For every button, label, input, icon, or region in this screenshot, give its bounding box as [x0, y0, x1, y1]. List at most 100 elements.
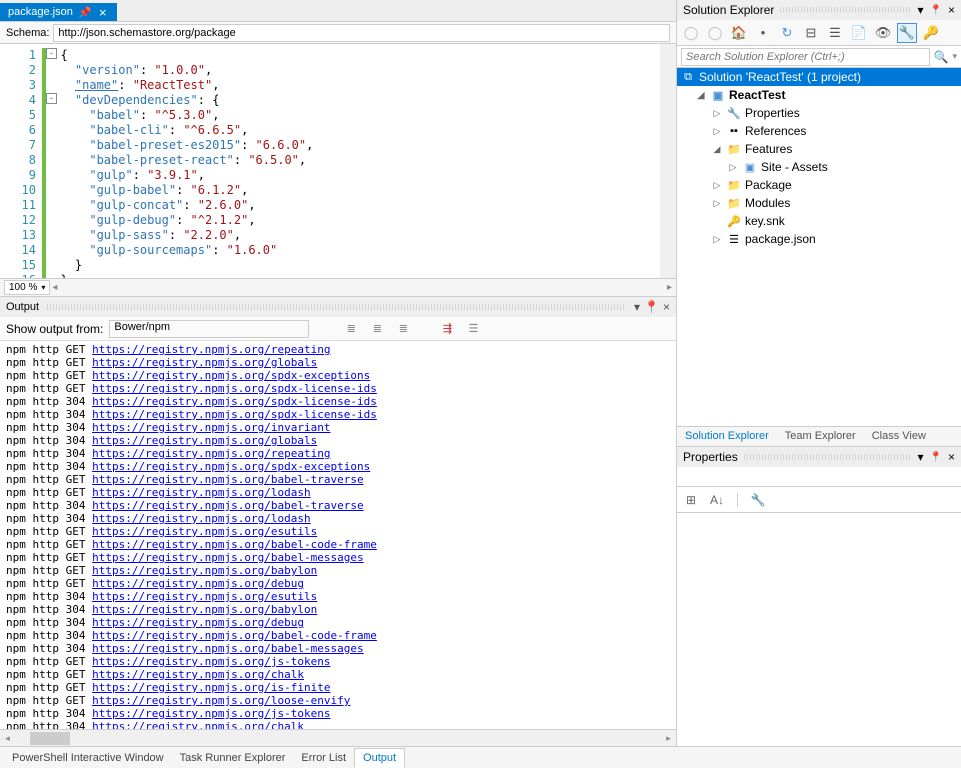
close-icon[interactable]: × — [663, 300, 670, 314]
output-link[interactable]: https://registry.npmjs.org/babel-travers… — [92, 499, 364, 512]
tab-team-explorer[interactable]: Team Explorer — [777, 427, 864, 446]
categorized-icon[interactable]: ⊞ — [681, 490, 701, 510]
output-link[interactable]: https://registry.npmjs.org/spdx-exceptio… — [92, 369, 370, 382]
output-link[interactable]: https://registry.npmjs.org/spdx-license-… — [92, 382, 377, 395]
chevron-right-icon[interactable]: ▸ — [667, 282, 672, 293]
output-link[interactable]: https://registry.npmjs.org/debug — [92, 616, 304, 629]
output-link[interactable]: https://registry.npmjs.org/debug — [92, 577, 304, 590]
output-link[interactable]: https://registry.npmjs.org/chalk — [92, 668, 304, 681]
alphabetical-icon[interactable]: A↓ — [707, 490, 727, 510]
output-link[interactable]: https://registry.npmjs.org/babylon — [92, 603, 317, 616]
package-node[interactable]: ▷ 📁 Package — [677, 176, 961, 194]
close-icon[interactable]: × — [948, 3, 955, 17]
package-json-node[interactable]: ▷ ☰ package.json — [677, 230, 961, 247]
tab-class-view[interactable]: Class View — [864, 427, 934, 446]
output-link[interactable]: https://registry.npmjs.org/invariant — [92, 421, 330, 434]
output-link[interactable]: https://registry.npmjs.org/loose-envify — [92, 694, 350, 707]
pin-icon[interactable]: 📍 — [930, 452, 942, 463]
output-link[interactable]: https://registry.npmjs.org/lodash — [92, 486, 311, 499]
key-icon[interactable]: 🔑 — [921, 23, 941, 43]
go-to-prev-icon[interactable]: ≣ — [341, 320, 361, 338]
tab-solution-explorer[interactable]: Solution Explorer — [677, 427, 777, 446]
output-link[interactable]: https://registry.npmjs.org/esutils — [92, 525, 317, 538]
fold-icon[interactable]: - — [46, 93, 57, 104]
key-snk-node[interactable]: ▷ 🔑 key.snk — [677, 212, 961, 230]
expander-icon[interactable]: ▷ — [727, 161, 739, 173]
solution-search-input[interactable] — [681, 48, 930, 66]
preview-icon[interactable]: 👁 — [873, 23, 893, 43]
output-link[interactable]: https://registry.npmjs.org/globals — [92, 356, 317, 369]
expander-icon[interactable]: ▷ — [711, 125, 723, 137]
editor-tab-package-json[interactable]: package.json 📌 × — [0, 3, 117, 21]
output-link[interactable]: https://registry.npmjs.org/spdx-license-… — [92, 395, 377, 408]
output-link[interactable]: https://registry.npmjs.org/spdx-license-… — [92, 408, 377, 421]
expander-icon[interactable]: ◢ — [695, 89, 707, 101]
output-link[interactable]: https://registry.npmjs.org/esutils — [92, 590, 317, 603]
output-link[interactable]: https://registry.npmjs.org/lodash — [92, 512, 311, 525]
output-body[interactable]: npm http GET https://registry.npmjs.org/… — [0, 341, 676, 729]
wrench-icon[interactable]: 🔧 — [748, 490, 768, 510]
output-link[interactable]: https://registry.npmjs.org/js-tokens — [92, 655, 330, 668]
show-all-icon[interactable]: ☰ — [825, 23, 845, 43]
bottom-tab-output[interactable]: Output — [354, 748, 405, 768]
pin-icon[interactable]: 📍 — [644, 300, 659, 314]
output-link[interactable]: https://registry.npmjs.org/spdx-exceptio… — [92, 460, 370, 473]
pin-icon[interactable]: 📌 — [79, 6, 91, 18]
solution-node[interactable]: ⧉ Solution 'ReactTest' (1 project) — [677, 68, 961, 86]
go-to-next-icon[interactable]: ≣ — [367, 320, 387, 338]
output-link[interactable]: https://registry.npmjs.org/chalk — [92, 720, 304, 729]
output-link[interactable]: https://registry.npmjs.org/babel-message… — [92, 551, 364, 564]
output-link[interactable]: https://registry.npmjs.org/repeating — [92, 343, 330, 356]
output-link[interactable]: https://registry.npmjs.org/babel-message… — [92, 642, 364, 655]
bottom-tab-error-list[interactable]: Error List — [293, 749, 354, 767]
features-node[interactable]: ◢ 📁 Features — [677, 140, 961, 158]
close-icon[interactable]: × — [97, 6, 109, 18]
chevron-down-icon[interactable]: ▾ — [952, 51, 957, 62]
forward-icon[interactable]: ◯ — [705, 23, 725, 43]
clear-icon[interactable]: ≣ — [393, 320, 413, 338]
list-icon[interactable]: ☰ — [463, 320, 483, 338]
collapse-icon[interactable]: ⊟ — [801, 23, 821, 43]
output-link[interactable]: https://registry.npmjs.org/babel-code-fr… — [92, 538, 377, 551]
bottom-tab-task-runner-explorer[interactable]: Task Runner Explorer — [172, 749, 294, 767]
output-link[interactable]: https://registry.npmjs.org/js-tokens — [92, 707, 330, 720]
dropdown-icon[interactable]: ▾ — [918, 3, 924, 17]
properties-icon[interactable]: 📄 — [849, 23, 869, 43]
expander-icon[interactable]: ▷ — [711, 233, 723, 245]
output-link[interactable]: https://registry.npmjs.org/babel-travers… — [92, 473, 364, 486]
solution-tree[interactable]: ⧉ Solution 'ReactTest' (1 project) ◢ ▣ R… — [677, 68, 961, 247]
expander-icon[interactable]: ▷ — [711, 179, 723, 191]
output-hscrollbar[interactable]: ◂▸ — [0, 729, 676, 746]
site-assets-node[interactable]: ▷ ▣ Site - Assets — [677, 158, 961, 176]
sync-icon[interactable]: • — [753, 23, 773, 43]
search-icon[interactable]: 🔍 — [934, 50, 949, 64]
back-icon[interactable]: ◯ — [681, 23, 701, 43]
bottom-tab-powershell-interactive-window[interactable]: PowerShell Interactive Window — [4, 749, 172, 767]
refresh-icon[interactable]: ↻ — [777, 23, 797, 43]
schema-input[interactable] — [53, 24, 670, 42]
output-link[interactable]: https://registry.npmjs.org/babel-code-fr… — [92, 629, 377, 642]
toggle-wrap-icon[interactable]: ⇶ — [437, 320, 457, 338]
output-link[interactable]: https://registry.npmjs.org/is-finite — [92, 681, 330, 694]
project-node[interactable]: ◢ ▣ ReactTest — [677, 86, 961, 104]
close-icon[interactable]: × — [948, 450, 955, 464]
home-icon[interactable]: 🏠 — [729, 23, 749, 43]
chevron-left-icon[interactable]: ◂ — [52, 282, 57, 293]
zoom-dropdown[interactable]: 100 % ▾ — [4, 280, 50, 295]
dropdown-icon[interactable]: ▾ — [634, 300, 640, 314]
wrench-icon[interactable]: 🔧 — [897, 23, 917, 43]
output-link[interactable]: https://registry.npmjs.org/babylon — [92, 564, 317, 577]
modules-node[interactable]: ▷ 📁 Modules — [677, 194, 961, 212]
expander-icon[interactable]: ◢ — [711, 143, 723, 155]
properties-node[interactable]: ▷ 🔧 Properties — [677, 104, 961, 122]
output-link[interactable]: https://registry.npmjs.org/repeating — [92, 447, 330, 460]
fold-icon[interactable]: - — [46, 48, 57, 59]
expander-icon[interactable]: ▷ — [711, 107, 723, 119]
code-editor[interactable]: 1234567891011121314151617 { "version": "… — [0, 44, 676, 278]
references-node[interactable]: ▷ ▪▪ References — [677, 122, 961, 140]
expander-icon[interactable]: ▷ — [711, 197, 723, 209]
output-source-select[interactable]: Bower/npm — [109, 320, 309, 338]
dropdown-icon[interactable]: ▾ — [918, 450, 924, 464]
pin-icon[interactable]: 📍 — [930, 5, 942, 16]
output-link[interactable]: https://registry.npmjs.org/globals — [92, 434, 317, 447]
